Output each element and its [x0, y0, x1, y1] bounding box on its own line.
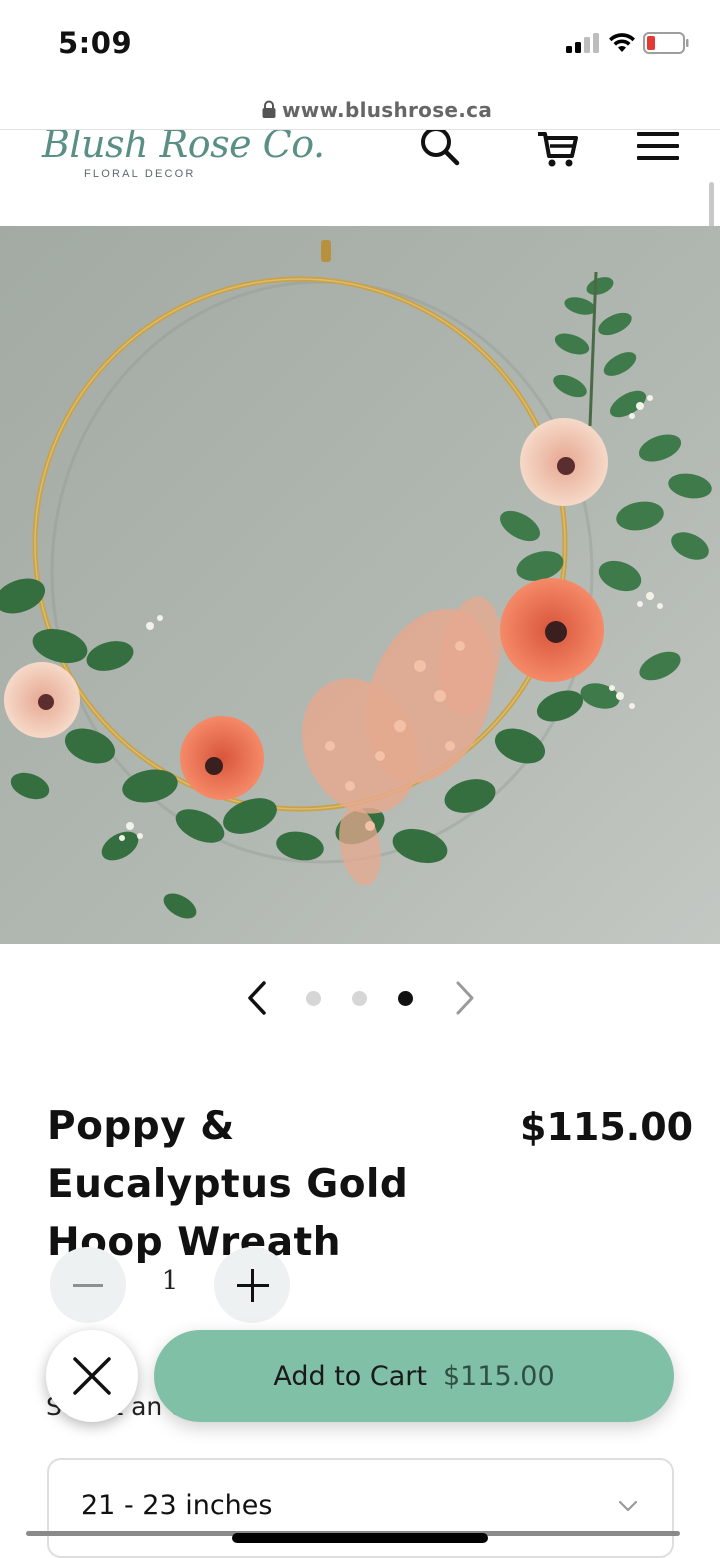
- logo-tagline: FLORAL DECOR: [84, 168, 196, 180]
- chevron-right-icon[interactable]: [444, 978, 484, 1018]
- add-to-cart-price: $115.00: [442, 1360, 555, 1392]
- status-time: 5:09: [58, 26, 133, 60]
- search-icon[interactable]: [418, 130, 462, 174]
- browser-url-bar[interactable]: www.blushrose.ca: [0, 88, 720, 130]
- wreath-photo: [0, 226, 720, 944]
- battery-low-icon: [643, 32, 689, 54]
- lock-icon: [262, 100, 276, 118]
- product-title: Poppy & Eucalyptus Gold Hoop Wreath: [47, 1104, 409, 1265]
- cart-icon[interactable]: [536, 130, 580, 174]
- product-image[interactable]: [0, 226, 720, 944]
- add-to-cart-button[interactable]: Add to Cart $115.00: [154, 1330, 674, 1422]
- status-bar: 5:09: [0, 0, 720, 88]
- close-button[interactable]: [46, 1330, 138, 1422]
- chevron-down-icon: [618, 1500, 638, 1512]
- chevron-left-icon[interactable]: [238, 978, 278, 1018]
- home-indicator[interactable]: [232, 1533, 488, 1543]
- url-text: www.blushrose.ca: [282, 98, 493, 122]
- carousel-dot-2[interactable]: [352, 991, 367, 1006]
- quantity-increase-button[interactable]: [214, 1247, 290, 1323]
- quantity-value[interactable]: 1: [140, 1266, 200, 1296]
- add-to-cart-label: Add to Cart: [273, 1360, 427, 1392]
- close-icon: [73, 1357, 111, 1395]
- logo-script: Blush Rose Co.: [42, 130, 325, 166]
- site-logo[interactable]: Blush Rose Co. FLORAL DECOR: [38, 130, 325, 192]
- quantity-decrease-button[interactable]: [50, 1247, 126, 1323]
- carousel-dot-3-active[interactable]: [398, 991, 413, 1006]
- size-select[interactable]: 21 - 23 inches: [47, 1458, 674, 1558]
- image-carousel-controls: [0, 970, 720, 1026]
- menu-icon[interactable]: [636, 130, 680, 174]
- size-select-value: 21 - 23 inches: [81, 1490, 273, 1521]
- product-price: $115.00: [520, 1105, 694, 1149]
- carousel-dot-1[interactable]: [306, 991, 321, 1006]
- site-header: Blush Rose Co. FLORAL DECOR: [0, 130, 720, 226]
- cellular-signal-icon: [566, 33, 599, 53]
- wifi-icon: [609, 33, 635, 52]
